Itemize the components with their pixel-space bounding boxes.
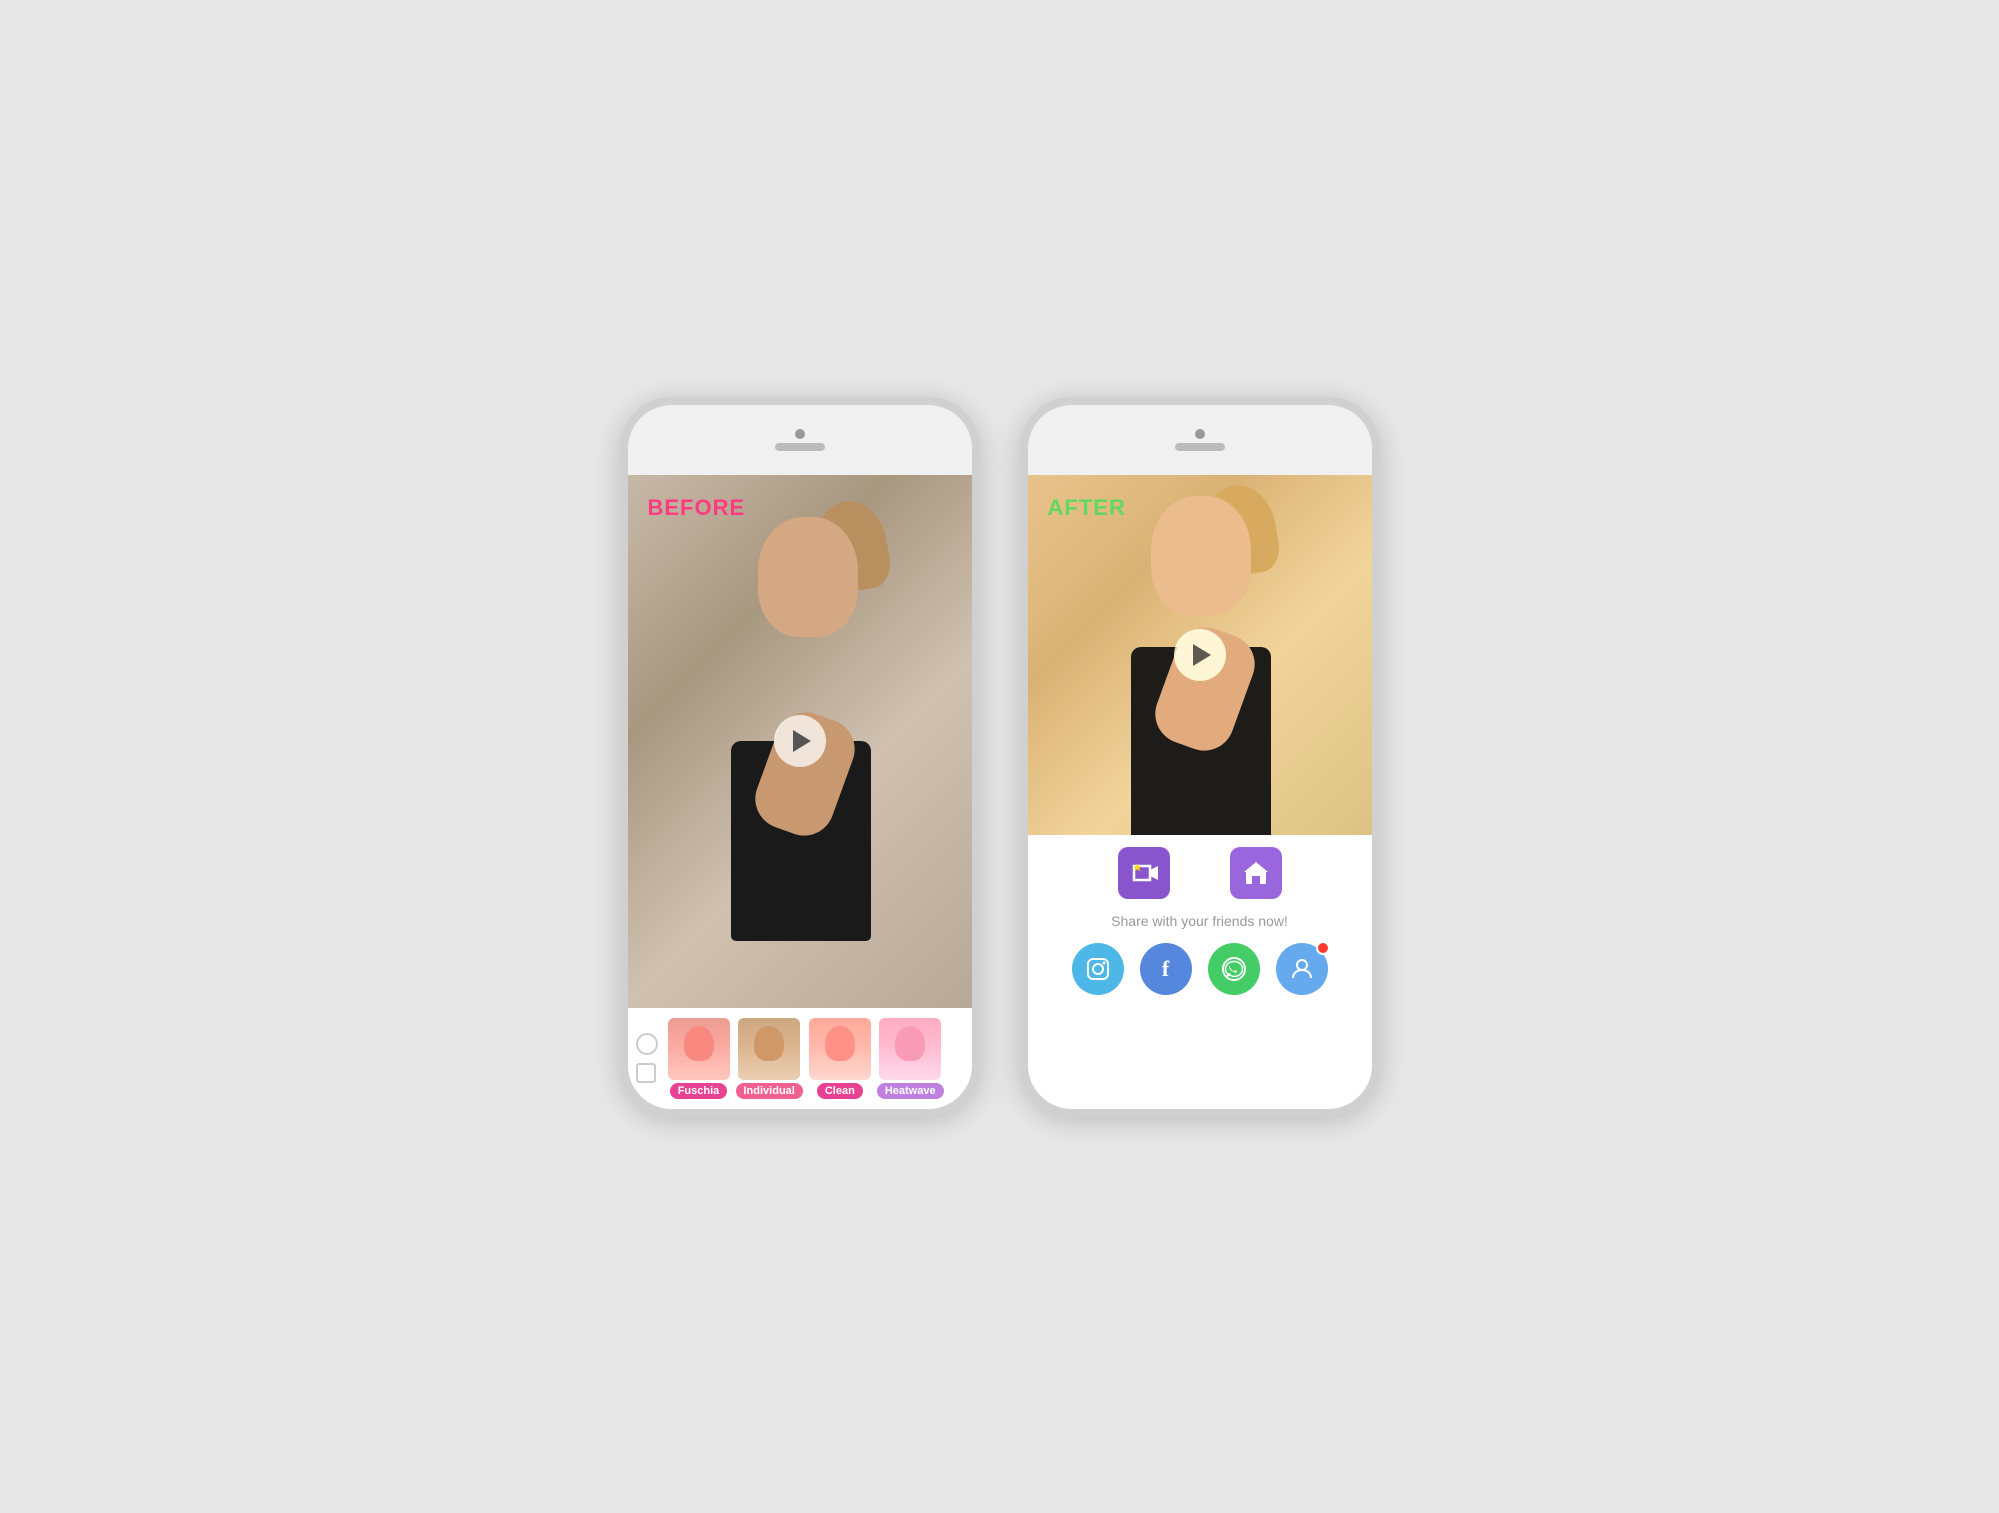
profile-button[interactable]: [1276, 943, 1328, 995]
check-circle[interactable]: [636, 1033, 658, 1055]
filter-thumb-fuschia: [668, 1018, 730, 1080]
filter-individual[interactable]: Individual: [736, 1018, 803, 1099]
instagram-button[interactable]: [1072, 943, 1124, 995]
camera-after: [1195, 429, 1205, 439]
social-row: f: [1072, 943, 1328, 995]
after-image-area: AFTER: [1028, 475, 1372, 835]
after-label: AFTER: [1048, 495, 1126, 521]
before-label: BEFORE: [648, 495, 746, 521]
home-button[interactable]: [1230, 847, 1282, 899]
check-square[interactable]: [636, 1063, 656, 1083]
filter-label-individual: Individual: [736, 1083, 803, 1099]
play-triangle-after: [1193, 644, 1211, 666]
filter-label-clean: Clean: [817, 1083, 863, 1099]
filter-thumb-individual: [738, 1018, 800, 1080]
face-decoration: [758, 517, 858, 637]
filter-heatwave[interactable]: Heatwave: [877, 1018, 944, 1099]
play-triangle-before: [793, 730, 811, 752]
face-thumb-fuschia: [668, 1018, 730, 1080]
face-thumb-clean: [809, 1018, 871, 1080]
facebook-button[interactable]: f: [1140, 943, 1192, 995]
video-star-button[interactable]: [1118, 847, 1170, 899]
instagram-icon: [1086, 957, 1110, 981]
after-bottom: Share with your friends now! f: [1028, 835, 1372, 1007]
play-button-before[interactable]: [774, 715, 826, 767]
play-button-after[interactable]: [1174, 629, 1226, 681]
filter-label-fuschia: Fuschia: [670, 1083, 728, 1099]
after-content: AFTER: [1028, 475, 1372, 1109]
after-phone: AFTER: [1020, 397, 1380, 1117]
notification-badge: [1316, 941, 1330, 955]
filter-checks: [636, 1033, 658, 1083]
video-star-icon: [1130, 862, 1158, 884]
speaker-after: [1175, 443, 1225, 451]
face-thumb-individual: [738, 1018, 800, 1080]
before-phone: BEFORE Fuschia: [620, 397, 980, 1117]
phones-container: BEFORE Fuschia: [620, 397, 1380, 1117]
camera-before: [795, 429, 805, 439]
whatsapp-icon: [1221, 956, 1247, 982]
share-text: Share with your friends now!: [1111, 913, 1288, 929]
speaker-before: [775, 443, 825, 451]
filter-fuschia[interactable]: Fuschia: [668, 1018, 730, 1099]
phone-notch-after: [1028, 405, 1372, 475]
filter-thumb-clean: [809, 1018, 871, 1080]
person-icon: [1289, 956, 1315, 982]
filter-clean[interactable]: Clean: [809, 1018, 871, 1099]
before-content: BEFORE Fuschia: [628, 475, 972, 1109]
side-buttons-before: [620, 505, 621, 577]
phone-notch-before: [628, 405, 972, 475]
facebook-icon: f: [1162, 956, 1169, 982]
whatsapp-button[interactable]: [1208, 943, 1260, 995]
home-icon: [1242, 860, 1270, 886]
filter-strip: Fuschia Individual Clean: [628, 1008, 972, 1109]
face-thumb-heatwave: [879, 1018, 941, 1080]
filter-thumb-heatwave: [879, 1018, 941, 1080]
face-after: [1151, 496, 1251, 616]
filter-label-heatwave: Heatwave: [877, 1083, 944, 1099]
before-image-area: BEFORE: [628, 475, 972, 1008]
action-icons-row: [1048, 847, 1352, 899]
